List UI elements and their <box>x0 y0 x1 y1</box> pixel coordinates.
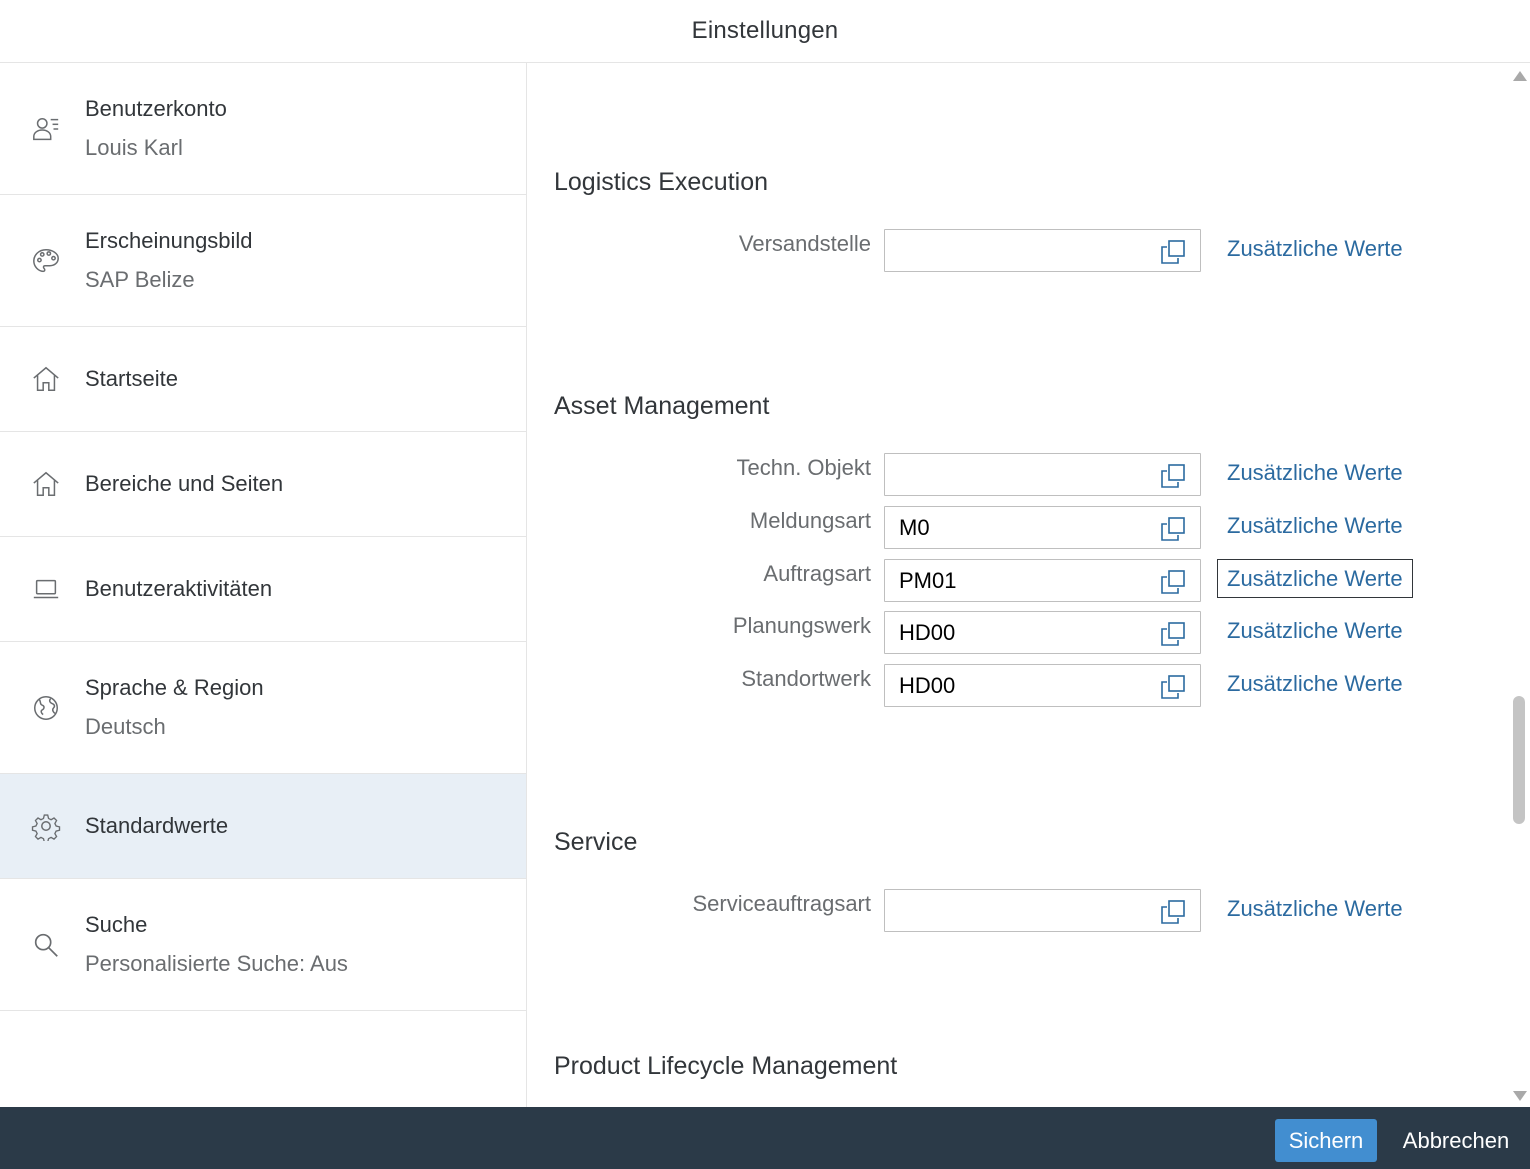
sidebar-item-subtitle: SAP Belize <box>85 267 195 292</box>
default-values-panel: Logistics Execution Versandstelle Zusätz… <box>527 63 1530 1107</box>
gear-icon <box>30 810 62 842</box>
form-row-techn-objekt: Techn. Objekt Zusätzliche Werte <box>527 453 1487 496</box>
section-title-service: Service <box>554 828 638 856</box>
form-row-planungswerk: Planungswerk HD00 Zusätzliche Werte <box>527 611 1487 654</box>
value-help-icon[interactable] <box>1160 569 1186 595</box>
standortwerk-input[interactable]: HD00 <box>884 664 1201 707</box>
field-label: Standortwerk <box>741 666 871 691</box>
field-value: PM01 <box>899 568 957 593</box>
section-title-asset-management: Asset Management <box>554 392 770 420</box>
value-help-icon[interactable] <box>1160 239 1186 265</box>
dialog-header: Einstellungen <box>0 0 1530 63</box>
field-label: Auftragsart <box>763 561 871 586</box>
globe-icon <box>30 692 62 724</box>
sidebar-item-title: Startseite <box>85 366 178 391</box>
value-help-icon[interactable] <box>1160 674 1186 700</box>
sidebar-item-user-account[interactable]: Benutzerkonto Louis Karl <box>0 63 526 195</box>
sidebar-item-subtitle: Louis Karl <box>85 135 183 160</box>
additional-values-link[interactable]: Zusätzliche Werte <box>1217 559 1413 598</box>
form-row-serviceauftragsart: Serviceauftragsart Zusätzliche Werte <box>527 889 1487 932</box>
value-help-icon[interactable] <box>1160 899 1186 925</box>
value-help-icon[interactable] <box>1160 621 1186 647</box>
search-icon <box>30 929 62 961</box>
planungswerk-input[interactable]: HD00 <box>884 611 1201 654</box>
section-title-logistics-execution: Logistics Execution <box>554 168 769 196</box>
section-title-product-lifecycle-management: Product Lifecycle Management <box>554 1052 898 1080</box>
additional-values-link[interactable]: Zusätzliche Werte <box>1217 664 1413 703</box>
home-icon <box>30 468 62 500</box>
additional-values-link[interactable]: Zusätzliche Werte <box>1217 506 1413 545</box>
sidebar-item-default-values[interactable]: Standardwerte <box>0 774 526 879</box>
sidebar-item-title: Standardwerte <box>85 813 229 838</box>
value-help-icon[interactable] <box>1160 463 1186 489</box>
field-value: HD00 <box>899 620 956 645</box>
sidebar-item-appearance[interactable]: Erscheinungsbild SAP Belize <box>0 195 526 327</box>
versandstelle-input[interactable] <box>884 229 1201 272</box>
sidebar-item-title: Benutzerkonto <box>85 96 227 121</box>
form-row-versandstelle: Versandstelle Zusätzliche Werte <box>527 229 1487 272</box>
dialog-title: Einstellungen <box>691 17 839 44</box>
scrollbar-thumb[interactable] <box>1513 696 1525 824</box>
sidebar-item-home[interactable]: Startseite <box>0 327 526 432</box>
sidebar-item-search[interactable]: Suche Personalisierte Suche: Aus <box>0 879 526 1011</box>
techn-objekt-input[interactable] <box>884 453 1201 496</box>
sidebar-item-spaces-pages[interactable]: Bereiche und Seiten <box>0 432 526 537</box>
value-help-icon[interactable] <box>1160 516 1186 542</box>
serviceauftragsart-input[interactable] <box>884 889 1201 932</box>
additional-values-link[interactable]: Zusätzliche Werte <box>1217 889 1413 928</box>
save-button[interactable]: Sichern <box>1275 1119 1377 1162</box>
field-value: M0 <box>899 515 930 540</box>
field-label: Techn. Objekt <box>736 455 871 480</box>
field-value: HD00 <box>899 673 956 698</box>
field-label: Versandstelle <box>738 231 871 256</box>
user-settings-icon <box>30 113 62 145</box>
sidebar-item-user-activities[interactable]: Benutzeraktivitäten <box>0 537 526 642</box>
settings-sidebar: Benutzerkonto Louis Karl Erscheinungsbil… <box>0 63 527 1107</box>
auftragsart-input[interactable]: PM01 <box>884 559 1201 602</box>
scroll-down-arrow-icon[interactable] <box>1513 1091 1527 1101</box>
additional-values-link[interactable]: Zusätzliche Werte <box>1217 611 1413 650</box>
sidebar-item-subtitle: Personalisierte Suche: Aus <box>85 951 348 976</box>
additional-values-link[interactable]: Zusätzliche Werte <box>1217 229 1413 268</box>
cancel-button[interactable]: Abbrechen <box>1390 1119 1522 1162</box>
palette-icon <box>30 245 62 277</box>
sidebar-item-subtitle: Deutsch <box>85 714 166 739</box>
sidebar-item-language-region[interactable]: Sprache & Region Deutsch <box>0 642 526 774</box>
home-icon <box>30 363 62 395</box>
scroll-up-arrow-icon[interactable] <box>1513 71 1527 81</box>
laptop-icon <box>30 573 62 605</box>
additional-values-link[interactable]: Zusätzliche Werte <box>1217 453 1413 492</box>
meldungsart-input[interactable]: M0 <box>884 506 1201 549</box>
sidebar-item-title: Suche <box>85 912 148 937</box>
sidebar-item-title: Erscheinungsbild <box>85 228 253 253</box>
form-row-meldungsart: Meldungsart M0 Zusätzliche Werte <box>527 506 1487 549</box>
form-row-auftragsart: Auftragsart PM01 Zusätzliche Werte <box>527 559 1487 602</box>
sidebar-item-title: Sprache & Region <box>85 675 264 700</box>
form-row-standortwerk: Standortwerk HD00 Zusätzliche Werte <box>527 664 1487 707</box>
field-label: Planungswerk <box>732 613 871 638</box>
field-label: Serviceauftragsart <box>692 891 871 916</box>
field-label: Meldungsart <box>749 508 871 533</box>
sidebar-item-title: Benutzeraktivitäten <box>85 576 273 601</box>
sidebar-item-title: Bereiche und Seiten <box>85 471 284 496</box>
dialog-footer: Sichern Abbrechen <box>0 1107 1530 1169</box>
content-scrollbar[interactable] <box>1508 63 1530 1107</box>
